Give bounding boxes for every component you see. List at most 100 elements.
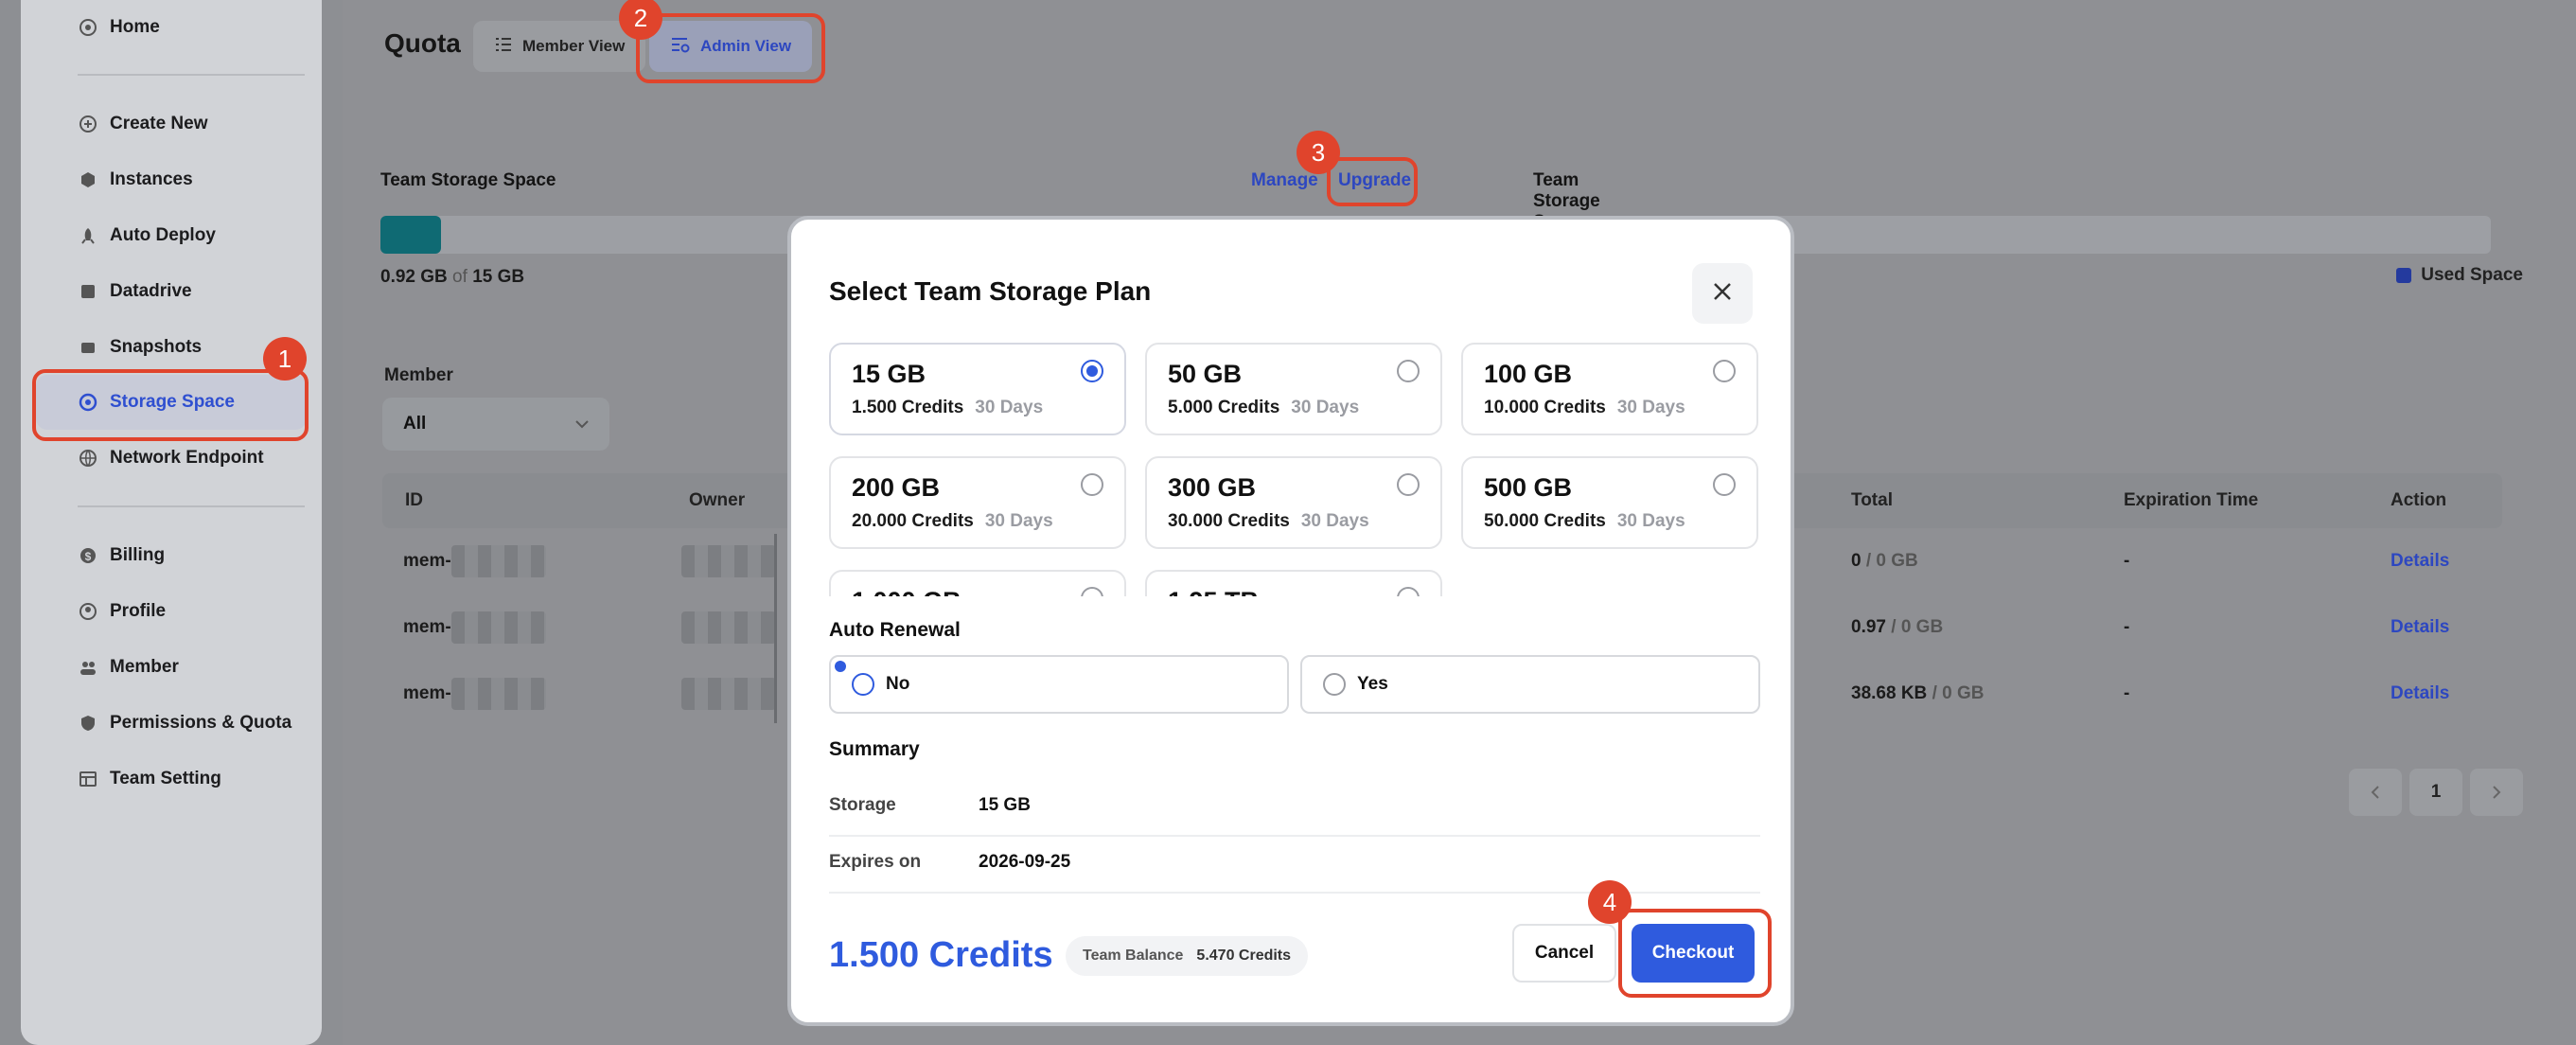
sidebar-item-permissions-quota[interactable]: Permissions & Quota xyxy=(36,696,307,751)
summary-label: Summary xyxy=(829,738,920,760)
sidebar-item-instances[interactable]: Instances xyxy=(36,152,307,207)
redacted-id xyxy=(450,545,546,577)
plan-price: 30.000 Credits 30 Days xyxy=(1168,511,1369,532)
page-title: Quota xyxy=(384,28,461,58)
summary-storage-value: 15 GB xyxy=(979,795,1031,815)
plan-size: 1.95 TB xyxy=(1168,587,1259,596)
modal-title: Select Team Storage Plan xyxy=(829,276,1152,306)
plan-price: 20.000 Credits 30 Days xyxy=(852,511,1053,532)
list-icon xyxy=(494,36,513,58)
member-view-button[interactable]: Member View xyxy=(473,21,646,72)
auto-renewal-no[interactable]: No xyxy=(829,655,1289,714)
column-action: Action xyxy=(2391,490,2447,510)
pagination-prev[interactable] xyxy=(2349,769,2402,816)
sidebar-item-label: Billing xyxy=(110,545,166,565)
redacted-owner xyxy=(681,545,776,577)
sidebar-item-label: Instances xyxy=(110,169,193,189)
row-id: mem- xyxy=(403,617,451,638)
sidebar-item-datadrive[interactable]: Datadrive xyxy=(36,264,307,319)
annotation-badge-1: 1 xyxy=(263,337,307,381)
sidebar-item-auto-deploy[interactable]: Auto Deploy xyxy=(36,208,307,263)
team-balance-value: 5.470 Credits xyxy=(1196,948,1292,964)
plan-size: 1.000 GB xyxy=(852,587,962,596)
renewal-option-label: No xyxy=(886,674,910,694)
plan-option[interactable]: 15 GB 1.500 Credits 30 Days xyxy=(829,343,1126,435)
row-total-cap: / 0 GB xyxy=(1865,551,1918,571)
sidebar-divider xyxy=(78,505,305,507)
row-total-used: 0.97 xyxy=(1851,617,1886,637)
renewal-radio[interactable] xyxy=(1323,673,1346,696)
plan-credits: 5.000 Credits xyxy=(1168,398,1280,417)
column-expiration: Expiration Time xyxy=(2124,490,2259,510)
sidebar-item-team-setting[interactable]: Team Setting xyxy=(36,752,307,806)
members-icon xyxy=(78,657,98,678)
sidebar-item-create-new[interactable]: Create New xyxy=(36,97,307,151)
plan-size: 200 GB xyxy=(852,473,941,502)
home-icon xyxy=(78,17,98,38)
column-owner: Owner xyxy=(689,490,746,510)
plan-radio[interactable] xyxy=(1713,473,1736,496)
legend-used-space: Used Space xyxy=(2396,265,2523,286)
storage-card-title: Team Storage Space xyxy=(380,170,556,190)
sidebar-item-label: Create New xyxy=(110,114,208,133)
plan-option[interactable]: 500 GB 50.000 Credits 30 Days xyxy=(1461,456,1758,549)
svg-text:$: $ xyxy=(85,550,92,563)
sidebar-item-label: Network Endpoint xyxy=(110,448,264,468)
plan-option[interactable]: 100 GB 10.000 Credits 30 Days xyxy=(1461,343,1758,435)
plan-size: 50 GB xyxy=(1168,360,1243,388)
storage-of: of xyxy=(452,267,468,287)
plan-option[interactable]: 1.000 GB xyxy=(829,570,1126,596)
row-total: 0.97 / 0 GB xyxy=(1851,617,1943,638)
storage-plan-modal: Select Team Storage Plan 15 GB 1.500 Cre… xyxy=(787,216,1794,1026)
plan-option[interactable]: 200 GB 20.000 Credits 30 Days xyxy=(829,456,1126,549)
summary-storage-row: Storage 15 GB xyxy=(829,780,1760,837)
sidebar-item-member[interactable]: Member xyxy=(36,640,307,695)
row-owner xyxy=(681,611,776,644)
row-total-used: 0 xyxy=(1851,551,1861,571)
cancel-button[interactable]: Cancel xyxy=(1512,924,1616,983)
plan-credits: 10.000 Credits xyxy=(1484,398,1606,417)
member-filter-label: Member xyxy=(384,365,453,385)
sidebar-item-label: Team Setting xyxy=(110,769,221,788)
row-details-link[interactable]: Details xyxy=(2391,617,2449,638)
renewal-option-label: Yes xyxy=(1357,674,1388,694)
row-details-link[interactable]: Details xyxy=(2391,683,2449,704)
auto-renewal-yes[interactable]: Yes xyxy=(1300,655,1760,714)
plan-radio[interactable] xyxy=(1397,473,1420,496)
renewal-radio[interactable] xyxy=(852,673,874,696)
cube-icon xyxy=(78,169,98,190)
plan-radio[interactable] xyxy=(1397,360,1420,382)
row-details-link[interactable]: Details xyxy=(2391,551,2449,572)
plan-radio[interactable] xyxy=(1081,360,1103,382)
plan-radio[interactable] xyxy=(1713,360,1736,382)
plan-size: 15 GB xyxy=(852,360,926,388)
plan-radio[interactable] xyxy=(1081,473,1103,496)
pagination-page[interactable]: 1 xyxy=(2409,769,2462,816)
table-row: mem- xyxy=(403,611,546,644)
snapshot-icon xyxy=(78,337,98,358)
pagination-next[interactable] xyxy=(2470,769,2523,816)
plan-radio[interactable] xyxy=(1397,587,1420,596)
row-total-cap: / 0 GB xyxy=(1891,617,1944,637)
sidebar-item-profile[interactable]: Profile xyxy=(36,584,307,639)
sidebar-item-label: Auto Deploy xyxy=(110,225,216,245)
redacted-owner xyxy=(681,611,776,644)
plan-price: 5.000 Credits 30 Days xyxy=(1168,398,1359,418)
plan-size: 100 GB xyxy=(1484,360,1573,388)
dollar-icon: $ xyxy=(78,545,98,566)
plan-option[interactable]: 300 GB 30.000 Credits 30 Days xyxy=(1145,456,1442,549)
manage-link[interactable]: Manage xyxy=(1251,170,1318,191)
close-button[interactable] xyxy=(1692,263,1753,324)
shield-icon xyxy=(78,713,98,734)
annotation-badge-3: 3 xyxy=(1297,131,1340,174)
plan-option[interactable]: 1.95 TB xyxy=(1145,570,1442,596)
sidebar-item-label: Datadrive xyxy=(110,281,192,301)
plan-radio[interactable] xyxy=(1081,587,1103,596)
plan-option[interactable]: 50 GB 5.000 Credits 30 Days xyxy=(1145,343,1442,435)
sidebar-item-home[interactable]: Home xyxy=(36,0,307,55)
sidebar-item-label: Snapshots xyxy=(110,337,203,357)
row-total: 38.68 KB / 0 GB xyxy=(1851,683,1984,704)
member-filter-select[interactable]: All xyxy=(382,398,609,451)
sidebar-item-billing[interactable]: $ Billing xyxy=(36,528,307,583)
legend-label: Used Space xyxy=(2421,265,2523,285)
